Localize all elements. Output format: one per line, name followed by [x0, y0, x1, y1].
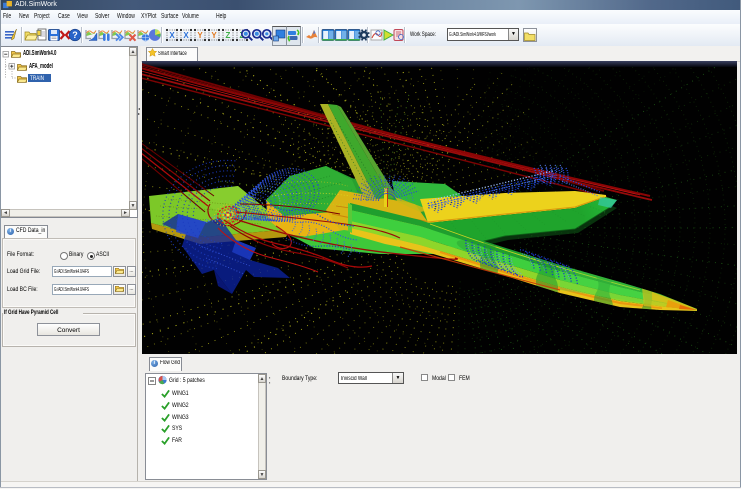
svg-text:Z: Z	[226, 31, 231, 40]
svg-text:?: ?	[72, 30, 78, 40]
svg-text:X: X	[183, 31, 189, 40]
svg-text:X: X	[169, 31, 175, 40]
svg-text:Y: Y	[197, 31, 203, 40]
svg-text:Y: Y	[211, 31, 217, 40]
